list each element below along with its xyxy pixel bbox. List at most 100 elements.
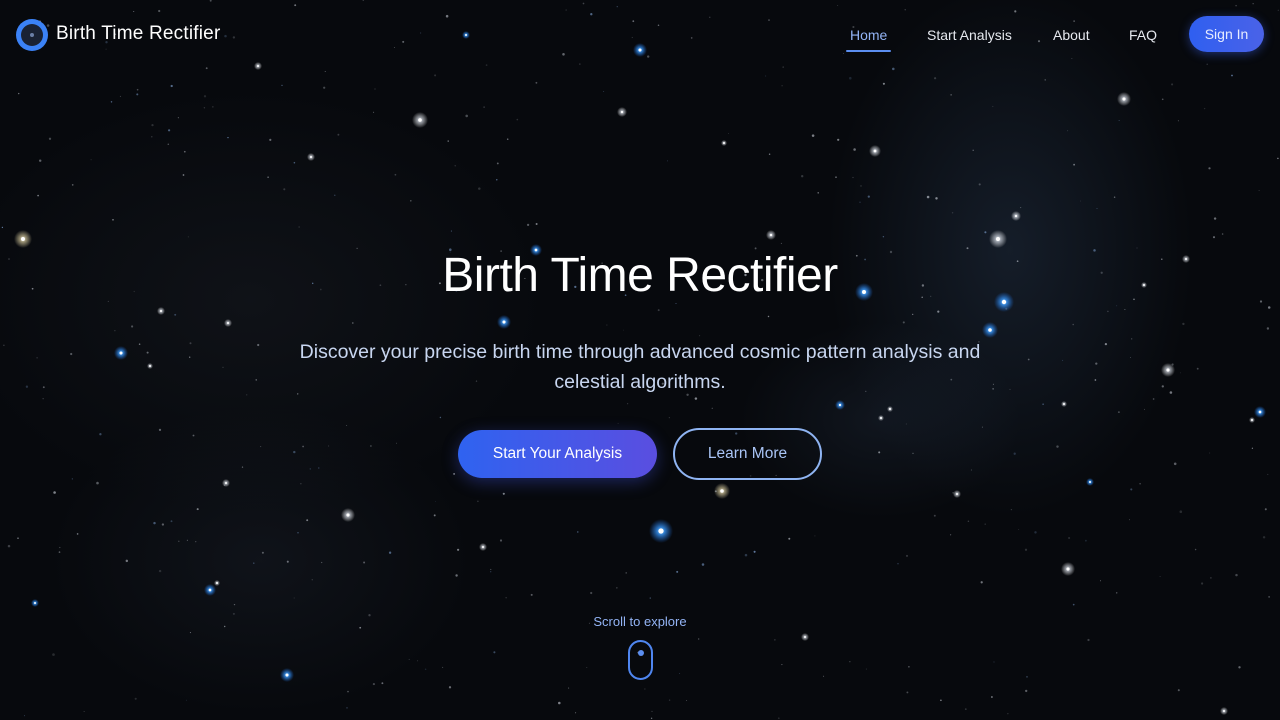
nav-home[interactable]: Home xyxy=(850,27,887,43)
star-core xyxy=(160,310,162,312)
star-core xyxy=(988,328,992,332)
dust-star xyxy=(1209,452,1211,454)
dust-star xyxy=(394,173,397,176)
dust-star xyxy=(490,568,492,570)
dust-star xyxy=(96,481,99,485)
dust-star xyxy=(1129,519,1130,521)
nav-start-analysis[interactable]: Start Analysis xyxy=(927,27,1012,43)
star-core xyxy=(1223,710,1225,712)
dust-star xyxy=(351,322,354,324)
nav-faq[interactable]: FAQ xyxy=(1129,27,1157,43)
dust-star xyxy=(603,91,605,93)
dust-star xyxy=(255,379,257,381)
dust-star xyxy=(698,638,700,640)
star-core xyxy=(889,408,891,410)
dust-star xyxy=(260,446,262,448)
dust-star xyxy=(952,492,954,494)
dust-star xyxy=(908,665,910,668)
dust-star xyxy=(83,711,85,712)
dust-star xyxy=(465,114,468,118)
dust-star xyxy=(934,77,937,80)
dust-star xyxy=(1277,157,1279,160)
dust-star xyxy=(227,136,229,139)
dust-star xyxy=(590,591,593,595)
dust-star xyxy=(1169,391,1173,394)
hero-subtitle: Discover your precise birth time through… xyxy=(299,341,981,393)
dust-star xyxy=(136,88,139,91)
dust-star xyxy=(203,95,207,98)
star-core xyxy=(225,482,227,484)
dust-star xyxy=(905,423,907,425)
dust-star xyxy=(483,106,485,108)
dust-star xyxy=(233,603,236,606)
dust-star xyxy=(300,483,302,485)
sign-in-button[interactable]: Sign In xyxy=(1189,16,1264,52)
dust-star xyxy=(882,236,885,238)
dust-star xyxy=(1113,196,1116,199)
dust-star xyxy=(324,70,326,72)
dust-star xyxy=(897,563,899,565)
dust-star xyxy=(334,194,336,196)
dust-star xyxy=(119,95,121,97)
dust-star xyxy=(992,105,994,108)
dust-star xyxy=(186,539,188,541)
dust-star xyxy=(1238,666,1241,669)
dust-star xyxy=(151,136,153,138)
dust-star xyxy=(667,160,668,162)
dust-star xyxy=(222,366,224,369)
dust-star xyxy=(1130,357,1132,358)
dust-star xyxy=(1024,548,1028,551)
dust-star xyxy=(424,668,427,670)
dust-star xyxy=(448,686,452,689)
dust-star xyxy=(767,315,770,318)
dust-star xyxy=(668,699,671,701)
dust-star xyxy=(1026,676,1028,678)
dust-star xyxy=(1161,385,1164,388)
dust-star xyxy=(1104,342,1108,346)
dust-star xyxy=(241,466,244,468)
start-analysis-button[interactable]: Start Your Analysis xyxy=(458,430,657,478)
dust-star xyxy=(1194,548,1197,551)
dust-star xyxy=(1005,307,1008,310)
dust-star xyxy=(293,450,296,454)
dust-star xyxy=(70,352,73,356)
dust-star xyxy=(267,176,269,178)
dust-star xyxy=(814,535,816,537)
dust-star xyxy=(48,137,52,140)
dust-star xyxy=(575,712,577,714)
dust-star xyxy=(1231,74,1233,77)
dust-star xyxy=(442,666,444,668)
nav-about[interactable]: About xyxy=(1053,27,1090,43)
brand-name[interactable]: Birth Time Rectifier xyxy=(56,23,220,45)
dust-star xyxy=(25,385,29,388)
dust-star xyxy=(506,138,509,140)
dust-star xyxy=(493,651,496,654)
dust-star xyxy=(1171,83,1174,86)
dust-star xyxy=(950,94,952,96)
dust-star xyxy=(577,531,579,533)
dust-star xyxy=(1072,603,1075,606)
dust-star xyxy=(912,452,914,454)
dust-star xyxy=(1196,367,1199,370)
dust-star xyxy=(657,309,660,312)
dust-star xyxy=(535,223,538,225)
dust-star xyxy=(502,492,505,495)
dust-star xyxy=(1100,580,1101,582)
dust-star xyxy=(71,478,73,480)
dust-star xyxy=(450,230,452,232)
dust-star xyxy=(978,183,981,186)
dust-star xyxy=(860,185,862,187)
dust-star xyxy=(17,537,19,540)
orbit-logo-icon[interactable] xyxy=(16,19,48,51)
dust-star xyxy=(37,194,39,197)
dust-star xyxy=(281,84,283,87)
dust-star xyxy=(167,129,171,132)
star-core xyxy=(956,493,958,495)
mouse-scroll-icon[interactable] xyxy=(628,640,653,680)
dust-star xyxy=(1180,372,1181,374)
dust-star xyxy=(1124,309,1126,311)
dust-star xyxy=(346,707,348,709)
dust-star xyxy=(212,106,214,108)
learn-more-button[interactable]: Learn More xyxy=(673,428,822,480)
dust-star xyxy=(192,434,195,437)
